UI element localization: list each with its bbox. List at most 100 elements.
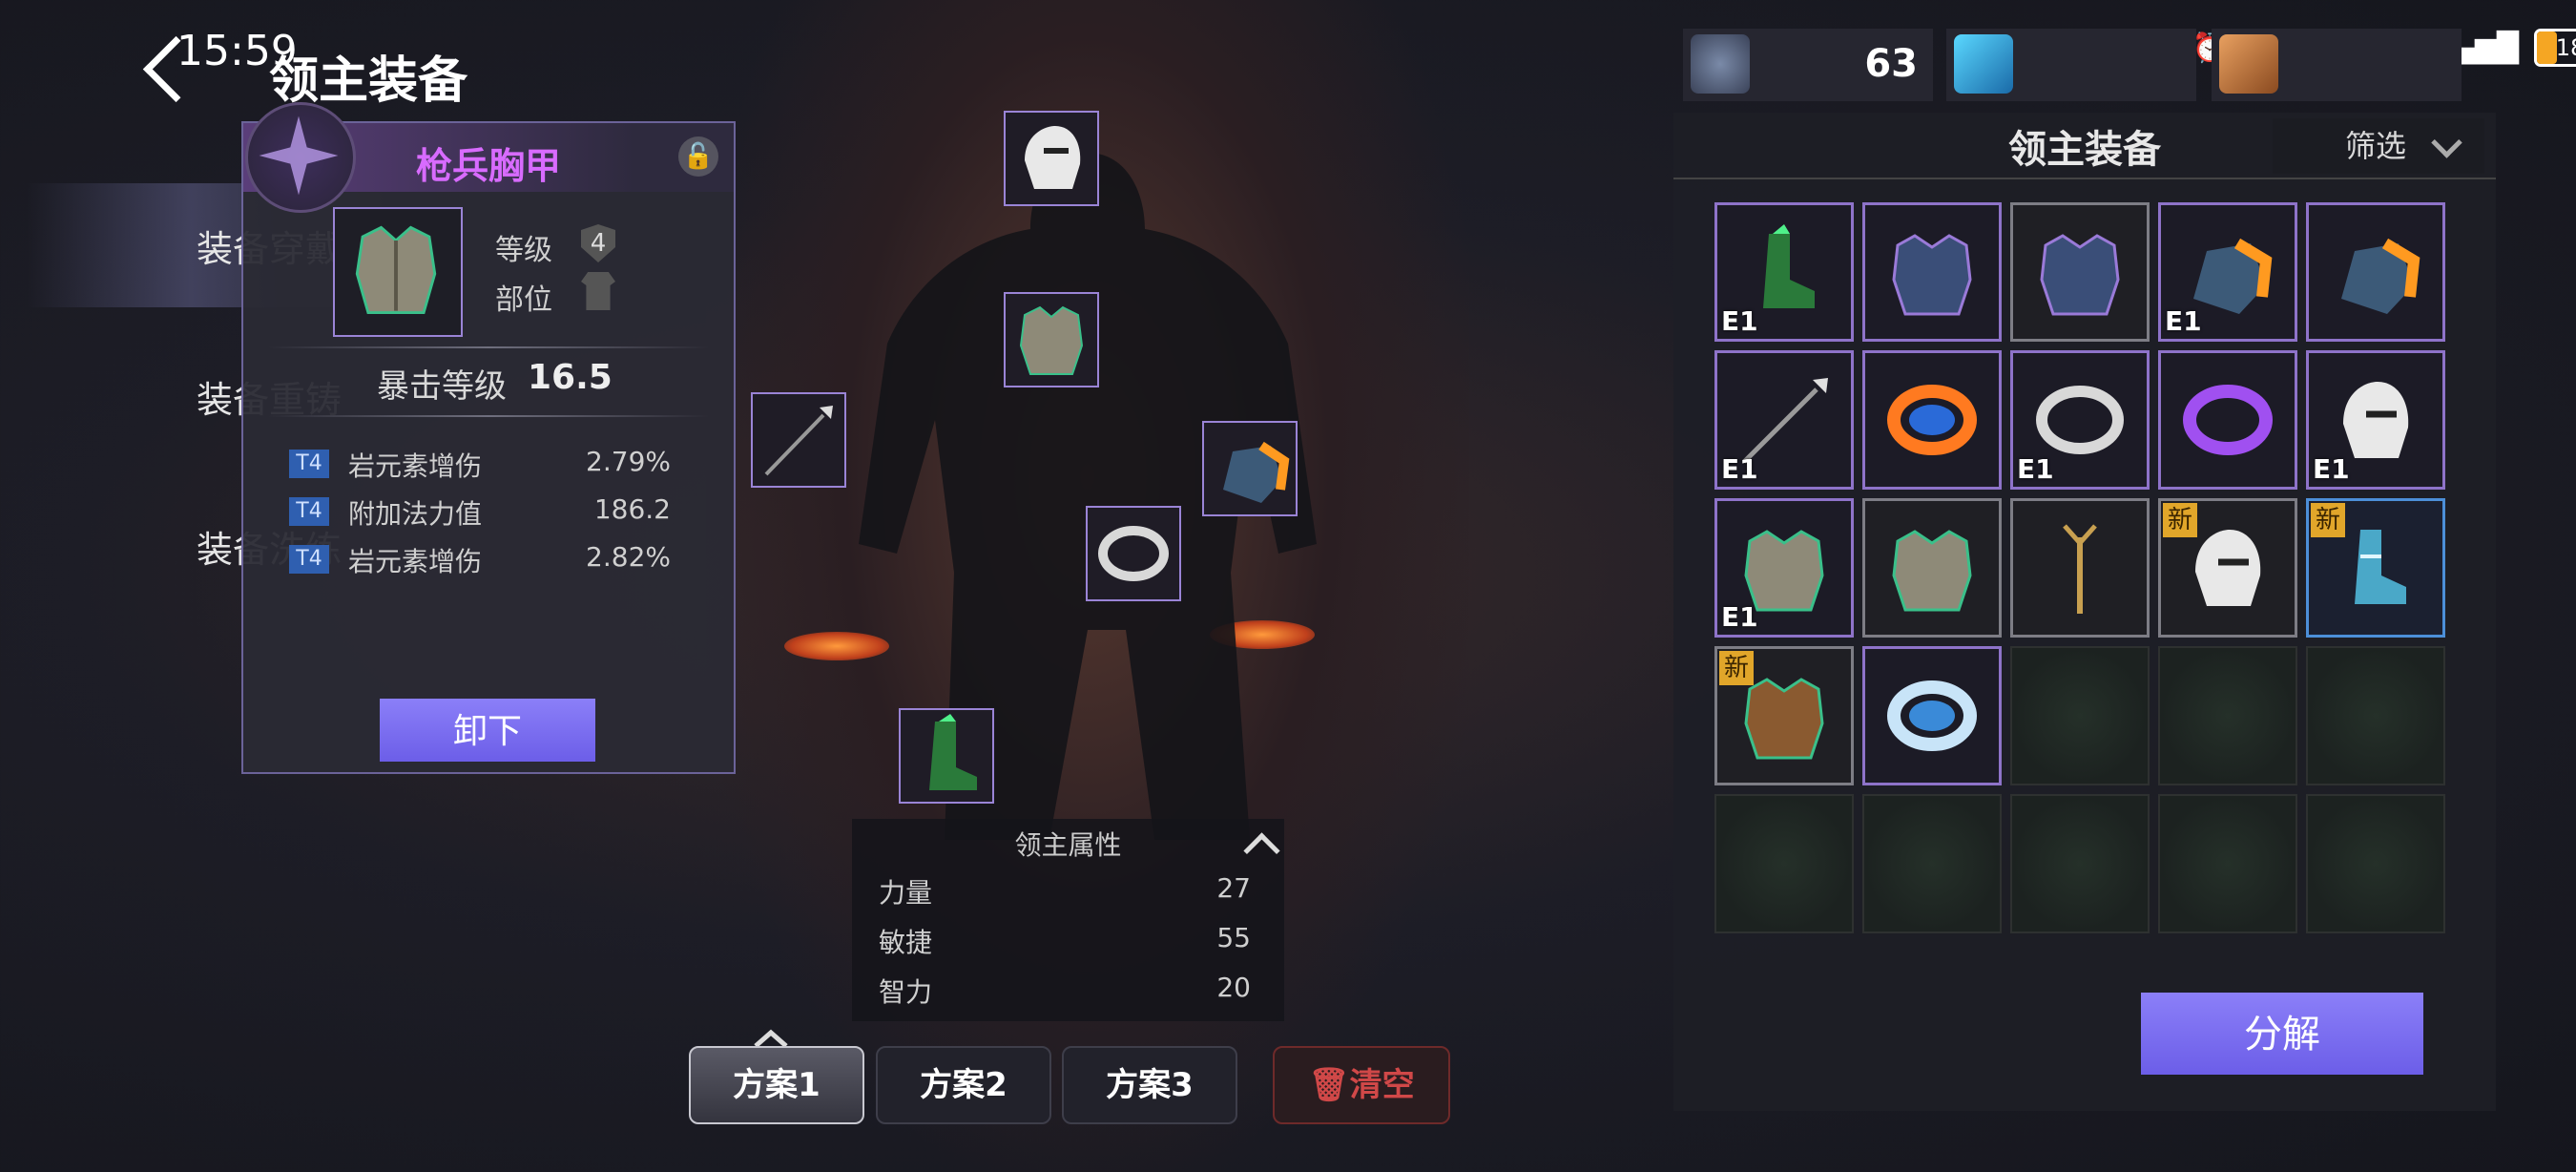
- resource-ore: 63: [1683, 29, 1933, 101]
- ring-fire-icon: [1887, 385, 1977, 455]
- inventory-item[interactable]: [1862, 350, 2002, 490]
- attributes-title: 领主属性: [1014, 829, 1122, 861]
- enhance-badge: E1: [2313, 453, 2350, 485]
- inventory-item[interactable]: E1: [1714, 202, 1854, 342]
- staff-icon: [2063, 524, 2097, 614]
- enhance-badge: E1: [1721, 453, 1758, 485]
- equip-slot-ring[interactable]: [1086, 506, 1181, 601]
- plan-indicator-icon: [752, 1029, 790, 1048]
- equip-slot-gloves[interactable]: [1202, 421, 1298, 516]
- battery-level: 18: [2555, 34, 2576, 61]
- inventory-item[interactable]: [2010, 498, 2150, 638]
- equip-slot-chest[interactable]: [1004, 292, 1099, 387]
- plan-tab-3[interactable]: 方案3: [1062, 1046, 1237, 1124]
- crystal-icon: [1954, 34, 2013, 94]
- chest-silver-icon: [1892, 530, 1972, 612]
- inventory-slot-empty[interactable]: [2010, 646, 2150, 785]
- lock-icon[interactable]: 🔓: [678, 136, 718, 177]
- inventory-item[interactable]: [1862, 646, 2002, 785]
- boots-green-icon: [929, 714, 977, 790]
- spear-icon: [764, 406, 833, 476]
- resource-material: [2212, 29, 2462, 101]
- helmet-white-icon: [1025, 126, 1081, 189]
- clear-button[interactable]: 🗑清空: [1273, 1046, 1450, 1124]
- new-badge: 新: [1719, 651, 1754, 685]
- attribute-name: 敏捷: [879, 927, 933, 958]
- chest-silver-icon: [1019, 305, 1084, 375]
- page-title: 领主装备: [269, 52, 468, 110]
- equip-slot-helmet[interactable]: [1004, 111, 1099, 206]
- level-shield-icon: 4: [581, 224, 615, 262]
- tier-badge: T4: [289, 497, 329, 526]
- inventory-item[interactable]: E1: [2010, 350, 2150, 490]
- ore-icon: [1691, 34, 1750, 94]
- decompose-button[interactable]: 分解: [2141, 993, 2423, 1075]
- gauntlet-fire-icon: [2341, 238, 2420, 314]
- equip-slot-boots[interactable]: [899, 708, 994, 804]
- filter-dropdown[interactable]: 筛选: [2273, 118, 2484, 174]
- resource-crystal: [1946, 29, 2196, 101]
- enhance-badge: E1: [2165, 305, 2202, 337]
- sub-stat-value: 186.2: [593, 493, 671, 525]
- inventory-item[interactable]: 新: [2158, 498, 2297, 638]
- ring-ice-icon: [1887, 680, 1977, 751]
- attribute-row: 智力 20: [879, 972, 1251, 1010]
- sub-stat-row: T4 岩元素增伤 2.79%: [289, 446, 671, 484]
- inventory-item[interactable]: [2158, 350, 2297, 490]
- sub-stat-value: 2.79%: [586, 446, 671, 477]
- attribute-value: 55: [1216, 922, 1251, 953]
- inventory-item[interactable]: [2010, 202, 2150, 342]
- resource-value: 63: [1864, 42, 1918, 86]
- main-stat-label: 暴击等级: [377, 367, 507, 406]
- divider: [268, 346, 709, 348]
- inventory-item[interactable]: 新: [2306, 498, 2445, 638]
- inventory-item[interactable]: 新: [1714, 646, 1854, 785]
- plan-tab-1[interactable]: 方案1: [689, 1046, 864, 1124]
- new-badge: 新: [2311, 503, 2345, 537]
- attribute-name: 智力: [879, 976, 933, 1008]
- inventory-slot-empty[interactable]: [2010, 794, 2150, 933]
- attribute-value: 20: [1216, 972, 1251, 1003]
- inventory-item[interactable]: [1862, 202, 2002, 342]
- sub-stat-name: 岩元素增伤: [348, 450, 483, 482]
- main-stat-value: 16.5: [528, 358, 613, 397]
- enhance-badge: E1: [2017, 453, 2054, 485]
- chest-blue-icon: [2040, 234, 2120, 316]
- filter-label: 筛选: [2345, 128, 2407, 164]
- material-icon: [2219, 34, 2278, 94]
- inventory-slot-empty[interactable]: [1862, 794, 2002, 933]
- inventory-item[interactable]: [1862, 498, 2002, 638]
- inventory-slot-empty[interactable]: [2158, 646, 2297, 785]
- lord-attributes-panel: 领主属性 力量 27 敏捷 55 智力 20: [852, 819, 1284, 1021]
- attribute-row: 敏捷 55: [879, 922, 1251, 960]
- inventory-item[interactable]: E1: [2158, 202, 2297, 342]
- new-badge: 新: [2163, 503, 2197, 537]
- inventory-item[interactable]: [2306, 202, 2445, 342]
- level-label: 等级: [495, 234, 552, 267]
- ring-purple-icon: [2183, 385, 2273, 455]
- attribute-name: 力量: [879, 877, 933, 909]
- tier-badge: T4: [289, 545, 329, 574]
- enhance-badge: E1: [1721, 305, 1758, 337]
- sub-stat-name: 附加法力值: [348, 498, 483, 530]
- battery-icon: 18: [2533, 29, 2576, 67]
- inventory-slot-empty[interactable]: [2158, 794, 2297, 933]
- gauntlet-fire-icon: [1223, 441, 1290, 503]
- inventory-item[interactable]: E1: [1714, 350, 1854, 490]
- chevron-down-icon: [2431, 127, 2462, 158]
- chest-blue-icon: [1892, 234, 1972, 316]
- equip-slot-weapon[interactable]: [751, 392, 846, 488]
- inventory-slot-empty[interactable]: [2306, 646, 2445, 785]
- enhance-badge: E1: [1721, 601, 1758, 633]
- inventory-item[interactable]: E1: [1714, 498, 1854, 638]
- unequip-button[interactable]: 卸下: [380, 699, 595, 762]
- plan-tab-2[interactable]: 方案2: [876, 1046, 1051, 1124]
- sub-stat-row: T4 岩元素增伤 2.82%: [289, 541, 671, 579]
- sub-stat-name: 岩元素增伤: [348, 546, 483, 577]
- inventory-slot-empty[interactable]: [2306, 794, 2445, 933]
- inventory-panel: 领主装备 筛选 E1 E1 E1 E1 E1 E1 新新新: [1673, 113, 2496, 1111]
- inventory-item[interactable]: E1: [2306, 350, 2445, 490]
- attribute-value: 27: [1216, 872, 1251, 904]
- ring-silver-icon: [1098, 526, 1169, 581]
- inventory-slot-empty[interactable]: [1714, 794, 1854, 933]
